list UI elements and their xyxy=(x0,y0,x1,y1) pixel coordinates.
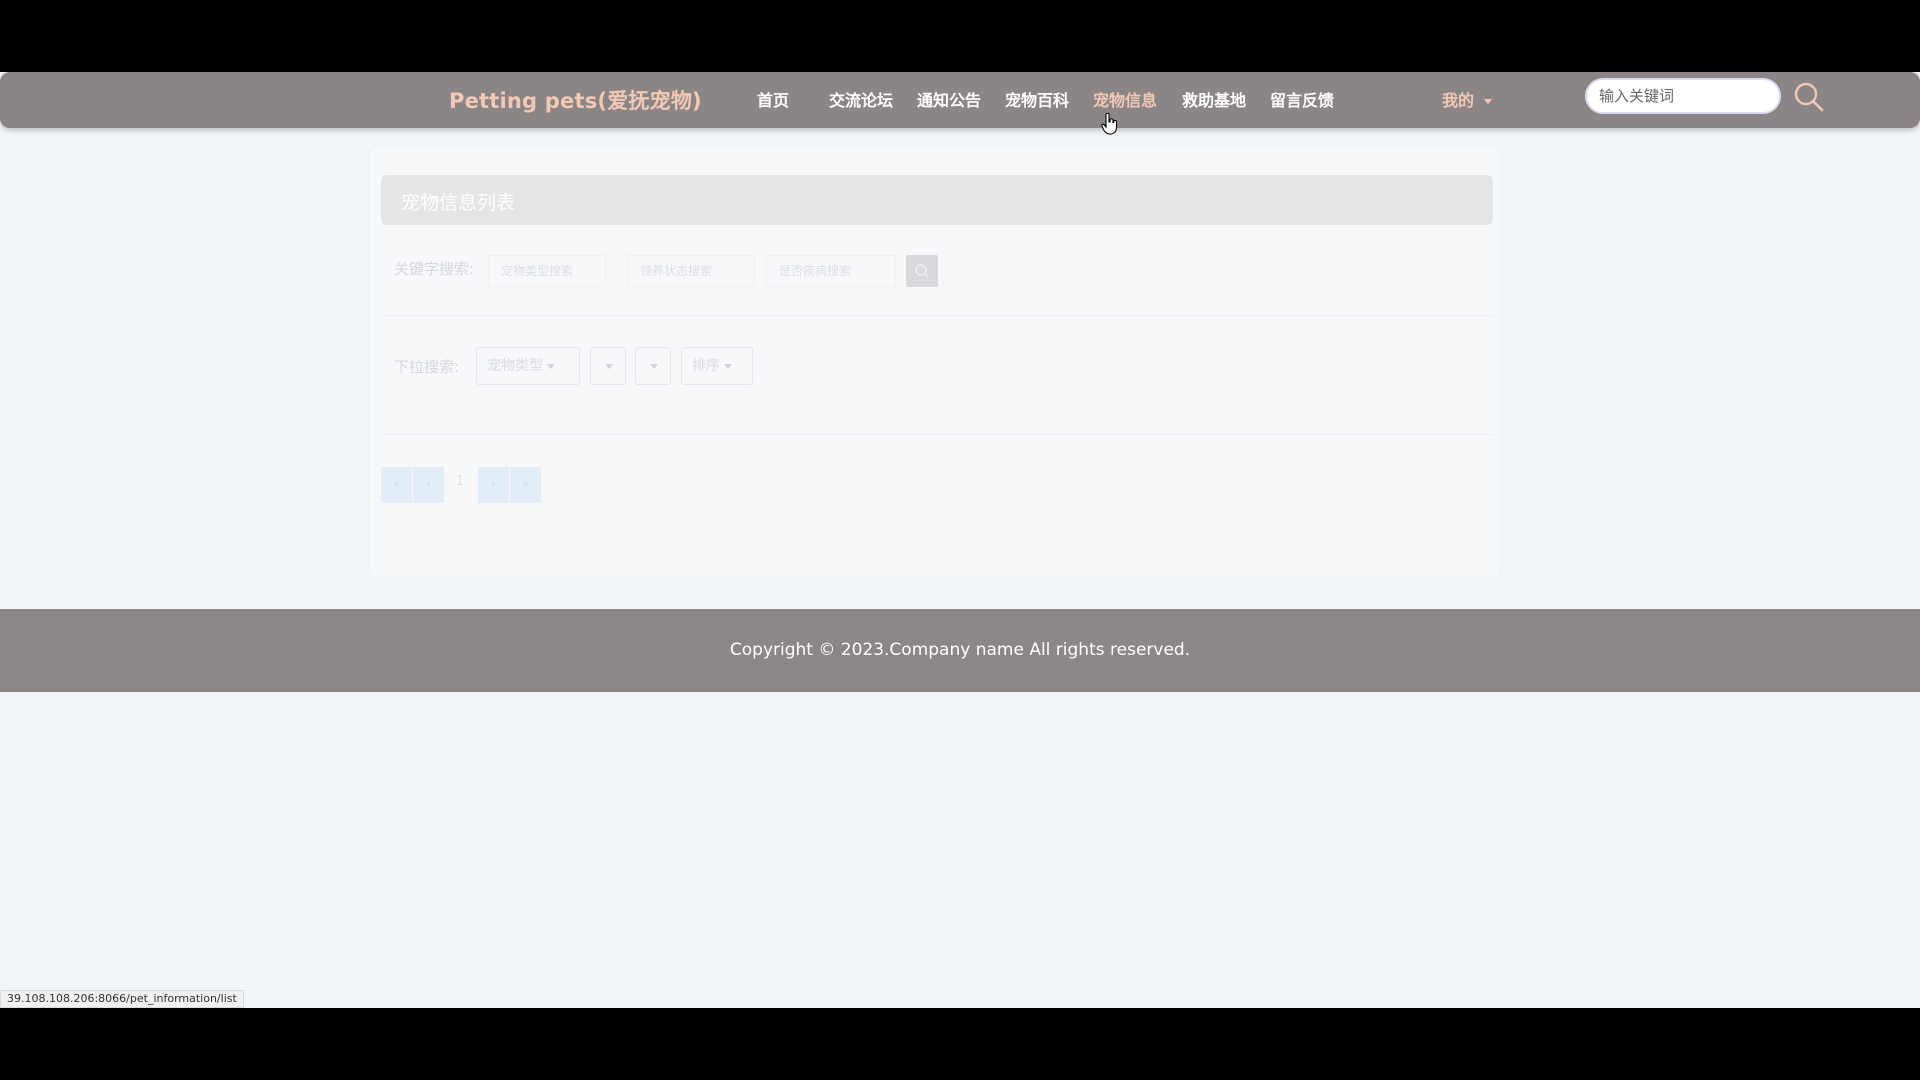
divider xyxy=(381,434,1493,435)
current-page-number[interactable]: 1 xyxy=(456,474,464,489)
keyword-search-button[interactable] xyxy=(906,255,938,287)
disease-search-input[interactable] xyxy=(766,255,896,287)
user-menu-label: 我的 xyxy=(1442,91,1475,110)
last-page-button[interactable]: » xyxy=(510,467,541,503)
browser-viewport: Petting pets(爱抚宠物) 首页 交流论坛 通知公告 宠物百科 宠物信… xyxy=(0,72,1920,1008)
top-navbar: Petting pets(爱抚宠物) 首页 交流论坛 通知公告 宠物百科 宠物信… xyxy=(0,72,1920,135)
nav-item-pet-encyclopedia[interactable]: 宠物百科 xyxy=(1005,87,1069,111)
chevron-down-icon xyxy=(605,363,613,369)
user-menu-dropdown[interactable]: 我的 xyxy=(1442,87,1493,111)
site-brand[interactable]: Petting pets(爱抚宠物) xyxy=(449,85,702,115)
chevron-left-icon: ‹ xyxy=(426,477,431,491)
search-icon xyxy=(915,264,929,278)
adoption-status-search-input[interactable] xyxy=(627,255,755,287)
first-page-button[interactable]: « xyxy=(381,467,412,503)
page-title: 宠物信息列表 xyxy=(401,192,516,214)
sort-dropdown-label: 排序 xyxy=(692,358,720,374)
divider xyxy=(381,315,1493,316)
filter-dropdown-3[interactable] xyxy=(635,347,671,385)
nav-item-home[interactable]: 首页 xyxy=(757,87,789,111)
chevron-down-icon xyxy=(650,363,658,369)
nav-item-announcements[interactable]: 通知公告 xyxy=(917,87,981,111)
keyword-search-label: 关键字搜索: xyxy=(394,260,475,278)
chevron-down-icon xyxy=(724,363,732,369)
footer-copyright: Copyright © 2023.Company name All rights… xyxy=(729,640,1191,660)
nav-item-pet-info[interactable]: 宠物信息 xyxy=(1093,87,1157,111)
status-bar-url: 39.108.108.206:8066/pet_information/list xyxy=(0,990,244,1008)
header-search-input[interactable] xyxy=(1585,78,1781,114)
double-chevron-left-icon: « xyxy=(392,477,401,491)
filter-dropdown-2[interactable] xyxy=(590,347,626,385)
double-chevron-right-icon: » xyxy=(521,477,530,491)
prev-page-button[interactable]: ‹ xyxy=(413,467,444,503)
search-icon xyxy=(1794,82,1824,112)
chevron-down-icon xyxy=(547,363,555,369)
sort-dropdown[interactable]: 排序 xyxy=(681,347,753,385)
nav-item-rescue-base[interactable]: 救助基地 xyxy=(1182,87,1246,111)
pet-type-dropdown[interactable]: 宠物类型 xyxy=(476,347,580,385)
chevron-down-icon xyxy=(1484,99,1493,104)
nav-item-forum[interactable]: 交流论坛 xyxy=(829,87,893,111)
hand-cursor-icon xyxy=(1101,112,1118,135)
dropdown-search-label: 下拉搜索: xyxy=(394,358,460,376)
list-title-bar: 宠物信息列表 xyxy=(381,175,1493,225)
header-search-button[interactable] xyxy=(1792,80,1826,114)
pet-type-dropdown-label: 宠物类型 xyxy=(487,358,543,374)
chevron-right-icon: › xyxy=(491,477,496,491)
next-page-button[interactable]: › xyxy=(478,467,509,503)
pet-type-search-input[interactable] xyxy=(488,255,606,287)
footer: Copyright © 2023.Company name All rights… xyxy=(0,609,1920,692)
nav-item-feedback[interactable]: 留言反馈 xyxy=(1270,87,1334,111)
